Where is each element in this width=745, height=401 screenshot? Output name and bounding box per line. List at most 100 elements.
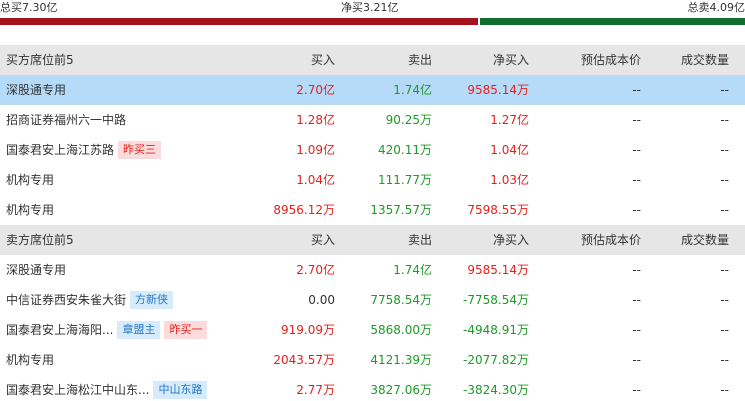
buy-amount: 2043.57万 (273, 353, 335, 367)
seat-name-cell: 国泰君安上海松江中山东... 中山东路 (6, 375, 208, 401)
deal-quantity: -- (720, 203, 729, 217)
sell-amount: 1.74亿 (393, 263, 432, 277)
sell-ratio-segment (480, 18, 745, 25)
seat-name[interactable]: 招商证券福州六一中路 (6, 113, 126, 127)
deal-quantity: -- (720, 263, 729, 277)
net-buy-amount: 7598.55万 (467, 203, 529, 217)
table-row[interactable]: 深股通专用 2.70亿 1.74亿 9585.14万 -- -- (0, 75, 745, 105)
table-row[interactable]: 国泰君安上海松江中山东... 中山东路 2.77万 3827.06万 -3824.30万… (0, 375, 745, 401)
net-buy-amount: 1.03亿 (490, 173, 529, 187)
seat-name[interactable]: 机构专用 (6, 353, 54, 367)
net-buy-amount: -3824.30万 (463, 383, 529, 397)
seat-tag[interactable]: 方新侠 (130, 290, 174, 309)
seat-tag[interactable]: 昨买一 (164, 320, 208, 339)
seat-name[interactable]: 国泰君安上海松江中山东... (6, 383, 149, 397)
table-row[interactable]: 机构专用 1.04亿 111.77万 1.03亿 -- -- (0, 165, 745, 195)
deal-quantity: -- (720, 383, 729, 397)
deal-quantity: -- (720, 293, 729, 307)
net-buy-amount: 1.04亿 (490, 143, 529, 157)
table-row[interactable]: 深股通专用 2.70亿 1.74亿 9585.14万 -- -- (0, 255, 745, 285)
seat-name[interactable]: 深股通专用 (6, 263, 66, 277)
buy-sell-ratio-bar (0, 18, 745, 25)
net-buy-amount: 9585.14万 (467, 83, 529, 97)
deal-quantity: -- (720, 173, 729, 187)
seat-name-cell: 深股通专用 (6, 255, 66, 285)
section-header-buy: 买方席位前5 买入 卖出 净买入 预估成本价 成交数量 (0, 45, 745, 75)
net-buy-amount: 9585.14万 (467, 263, 529, 277)
net-buy-amount: -7758.54万 (463, 293, 529, 307)
sell-amount: 1357.57万 (370, 203, 432, 217)
estimated-cost: -- (632, 83, 641, 97)
buy-amount: 1.28亿 (296, 113, 335, 127)
estimated-cost: -- (632, 203, 641, 217)
table-row[interactable]: 国泰君安上海海阳... 章盟主 昨买一 919.09万 5868.00万 -4948.91… (0, 315, 745, 345)
sell-amount: 420.11万 (378, 143, 432, 157)
seat-name-cell: 中信证券西安朱雀大街 方新侠 (6, 285, 174, 315)
seat-tag[interactable]: 章盟主 (117, 320, 161, 339)
column-header-net: 净买入 (492, 233, 529, 247)
column-header-qty: 成交数量 (680, 233, 729, 247)
seat-tag[interactable]: 昨买三 (118, 140, 162, 159)
table-row[interactable]: 国泰君安上海江苏路 昨买三 1.09亿 420.11万 1.04亿 -- -- (0, 135, 745, 165)
column-header-sell: 卖出 (407, 233, 432, 247)
deal-quantity: -- (720, 83, 729, 97)
seat-name-cell: 机构专用 (6, 345, 54, 375)
estimated-cost: -- (632, 173, 641, 187)
column-header-net: 净买入 (492, 53, 529, 67)
seat-tag[interactable]: 中山东路 (153, 380, 208, 399)
estimated-cost: -- (632, 293, 641, 307)
seat-name-cell: 深股通专用 (6, 75, 66, 105)
seat-name[interactable]: 机构专用 (6, 203, 54, 217)
summary-bar: 总买7.30亿 净买3.21亿 总卖4.09亿 (0, 0, 745, 18)
section-title: 卖方席位前5 (6, 233, 74, 247)
estimated-cost: -- (632, 383, 641, 397)
sell-amount: 5868.00万 (370, 323, 432, 337)
seat-name[interactable]: 国泰君安上海海阳... (6, 323, 113, 337)
seat-name[interactable]: 深股通专用 (6, 83, 66, 97)
deal-quantity: -- (720, 323, 729, 337)
trading-seats-table: 买方席位前5 买入 卖出 净买入 预估成本价 成交数量 深股通专用 2.70亿 1.74亿 958… (0, 45, 745, 401)
buy-amount: 0.00 (308, 293, 335, 307)
deal-quantity: -- (720, 353, 729, 367)
seat-name[interactable]: 中信证券西安朱雀大街 (6, 293, 126, 307)
sell-amount: 90.25万 (385, 113, 432, 127)
seat-name[interactable]: 国泰君安上海江苏路 (6, 143, 114, 157)
table-row[interactable]: 招商证券福州六一中路 1.28亿 90.25万 1.27亿 -- -- (0, 105, 745, 135)
estimated-cost: -- (632, 353, 641, 367)
table-row[interactable]: 中信证券西安朱雀大街 方新侠 0.00 7758.54万 -7758.54万 -- -- (0, 285, 745, 315)
table-row[interactable]: 机构专用 2043.57万 4121.39万 -2077.82万 -- -- (0, 345, 745, 375)
estimated-cost: -- (632, 263, 641, 277)
seat-name-cell: 机构专用 (6, 165, 54, 195)
buy-amount: 2.77万 (296, 383, 335, 397)
buy-amount: 2.70亿 (296, 83, 335, 97)
deal-quantity: -- (720, 113, 729, 127)
section-header-sell: 卖方席位前5 买入 卖出 净买入 预估成本价 成交数量 (0, 225, 745, 255)
sell-amount: 4121.39万 (370, 353, 432, 367)
deal-quantity: -- (720, 143, 729, 157)
net-buy-amount: 1.27亿 (490, 113, 529, 127)
sell-amount: 3827.06万 (370, 383, 432, 397)
buy-amount: 919.09万 (281, 323, 335, 337)
column-header-buy: 买入 (310, 233, 335, 247)
estimated-cost: -- (632, 323, 641, 337)
column-header-cost: 预估成本价 (580, 53, 641, 67)
net-buy-amount: -2077.82万 (463, 353, 529, 367)
buy-amount: 8956.12万 (273, 203, 335, 217)
seat-name-cell: 国泰君安上海海阳... 章盟主 昨买一 (6, 315, 208, 345)
seat-name[interactable]: 机构专用 (6, 173, 54, 187)
total-sell-label: 总卖4.09亿 (687, 1, 745, 14)
seat-name-cell: 国泰君安上海江苏路 昨买三 (6, 135, 162, 165)
table-row[interactable]: 机构专用 8956.12万 1357.57万 7598.55万 -- -- (0, 195, 745, 225)
column-header-sell: 卖出 (407, 53, 432, 67)
seat-name-cell: 机构专用 (6, 195, 54, 225)
buy-ratio-segment (0, 18, 478, 25)
column-header-buy: 买入 (310, 53, 335, 67)
column-header-qty: 成交数量 (680, 53, 729, 67)
column-header-cost: 预估成本价 (580, 233, 641, 247)
sell-amount: 111.77万 (378, 173, 432, 187)
net-buy-label: 净买3.21亿 (341, 1, 399, 14)
buy-amount: 1.09亿 (296, 143, 335, 157)
buy-amount: 1.04亿 (296, 173, 335, 187)
buy-amount: 2.70亿 (296, 263, 335, 277)
estimated-cost: -- (632, 113, 641, 127)
